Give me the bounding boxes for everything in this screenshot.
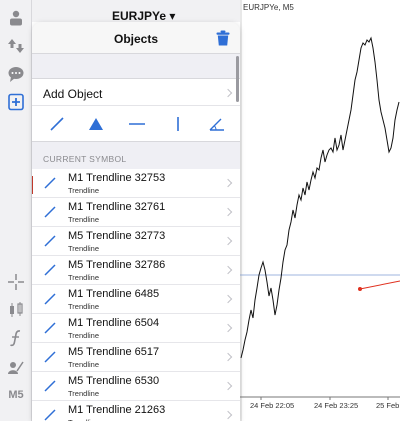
trendline-icon	[44, 380, 56, 392]
object-type: Trendline	[68, 215, 99, 224]
list-item[interactable]: M1 Trendline 32761 Trendline	[32, 198, 240, 227]
object-type: Trendline	[68, 244, 99, 253]
chevron-right-icon	[223, 410, 233, 420]
left-toolbar: M5	[0, 0, 32, 421]
chart-canvas: 24 Feb 22:05 24 Feb 23:25 25 Feb 0	[240, 0, 400, 421]
list-item[interactable]: M1 Trendline 6504 Trendline	[32, 314, 240, 343]
chevron-right-icon	[223, 352, 233, 362]
panel-header: Objects	[32, 22, 240, 54]
object-type: Trendline	[68, 302, 99, 311]
object-name: M5 Trendline 6530	[68, 375, 160, 387]
add-object-button[interactable]: Add Object	[32, 78, 240, 106]
trendline-icon	[44, 351, 56, 363]
object-name: M1 Trendline 6485	[68, 288, 160, 300]
x-tick-label: 24 Feb 22:05	[250, 401, 294, 410]
symbol-selector[interactable]: EURJPYe ▾	[112, 10, 175, 22]
x-tick-label: 25 Feb 0	[376, 401, 400, 410]
object-name: M1 Trendline 6504	[68, 317, 160, 329]
timeframe-label[interactable]: M5	[4, 389, 28, 401]
vertical-line-tool-icon[interactable]	[169, 115, 187, 133]
section-header: CURRENT SYMBOL	[43, 154, 127, 164]
trendline-icon	[44, 177, 56, 189]
chevron-right-icon	[223, 88, 233, 98]
chevron-right-icon	[223, 236, 233, 246]
price-line	[240, 36, 400, 359]
angle-tool-icon[interactable]	[208, 115, 226, 133]
panel-title: Objects	[113, 32, 158, 46]
indicators-icon[interactable]	[6, 300, 26, 320]
object-type: Trendline	[68, 389, 99, 398]
list-item[interactable]: M5 Trendline 32773 Trendline	[32, 227, 240, 256]
trendline-tool-icon[interactable]	[48, 115, 66, 133]
quick-tools-row	[32, 106, 240, 142]
add-object-icon[interactable]	[6, 92, 26, 112]
chart-title: EURJPYe, M5	[243, 3, 294, 12]
chevron-right-icon	[223, 381, 233, 391]
trendline-icon	[44, 293, 56, 305]
object-name: M5 Trendline 32773	[68, 230, 166, 242]
trash-icon[interactable]	[216, 30, 230, 46]
selection-marker	[32, 176, 33, 194]
trendline-icon	[44, 409, 56, 421]
chevron-right-icon	[223, 265, 233, 275]
objects-panel: Objects Add Object CURRENT SYMBOL M1 Tre…	[32, 22, 240, 421]
object-type: Trendline	[68, 186, 99, 195]
object-name: M1 Trendline 32761	[68, 201, 166, 213]
chevron-right-icon	[223, 178, 233, 188]
chevron-right-icon	[223, 294, 233, 304]
list-item[interactable]: M5 Trendline 32786 Trendline	[32, 256, 240, 285]
function-icon[interactable]	[6, 328, 26, 348]
symbol-bar: EURJPYe ▾	[32, 0, 240, 22]
list-item[interactable]: M1 Trendline 21263 Trendline	[32, 401, 240, 421]
trendline-icon	[44, 322, 56, 334]
trendline-icon	[44, 264, 56, 276]
account-icon[interactable]	[6, 8, 26, 28]
object-name: M1 Trendline 32753	[68, 172, 166, 184]
object-name: M5 Trendline 32786	[68, 259, 166, 271]
trade-arrows-icon[interactable]	[6, 36, 26, 56]
add-object-label: Add Object	[43, 87, 103, 101]
trendline-anchor	[358, 287, 362, 291]
objects-icon[interactable]	[6, 358, 26, 378]
object-type: Trendline	[68, 331, 99, 340]
trendline-icon	[44, 206, 56, 218]
triangle-tool-icon[interactable]	[87, 115, 105, 133]
list-item[interactable]: M5 Trendline 6530 Trendline	[32, 372, 240, 401]
object-name: M1 Trendline 21263	[68, 404, 166, 416]
list-item[interactable]: M1 Trendline 6485 Trendline	[32, 285, 240, 314]
objects-list: M1 Trendline 32753 Trendline M1 Trendlin…	[32, 169, 240, 421]
trendline-icon	[44, 235, 56, 247]
crosshair-icon[interactable]	[6, 272, 26, 292]
x-tick-label: 24 Feb 23:25	[314, 401, 358, 410]
object-name: M5 Trendline 6517	[68, 346, 160, 358]
horizontal-line-tool-icon[interactable]	[128, 115, 146, 133]
app-screen: M5 EURJPYe ▾ 24 Feb 22:05 24 Feb 23:25 2…	[0, 0, 400, 421]
scrollbar[interactable]	[236, 56, 239, 102]
chevron-right-icon	[223, 207, 233, 217]
list-item[interactable]: M1 Trendline 32753 Trendline	[32, 169, 240, 198]
list-item[interactable]: M5 Trendline 6517 Trendline	[32, 343, 240, 372]
object-type: Trendline	[68, 360, 99, 369]
price-chart[interactable]: 24 Feb 22:05 24 Feb 23:25 25 Feb 0 EURJP…	[240, 0, 400, 421]
trendline-mark	[359, 280, 400, 290]
chat-icon[interactable]	[6, 64, 26, 84]
chevron-right-icon	[223, 323, 233, 333]
object-type: Trendline	[68, 273, 99, 282]
